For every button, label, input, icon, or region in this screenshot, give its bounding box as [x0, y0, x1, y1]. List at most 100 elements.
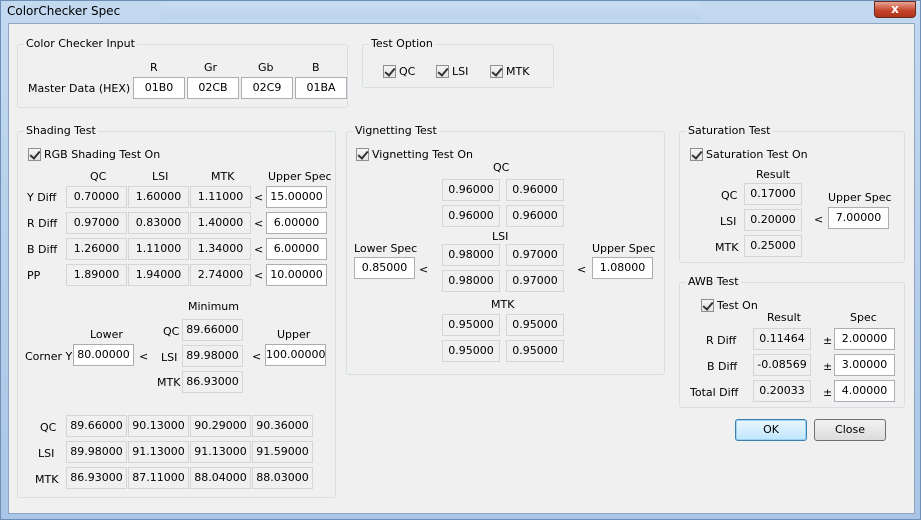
corner-mtk-1: 86.93000	[66, 467, 127, 489]
vignetting-lower-input[interactable]: 0.85000	[354, 257, 415, 279]
window-title: ColorChecker Spec	[7, 4, 121, 18]
awb-checkbox[interactable]	[701, 299, 714, 312]
vignetting-lower-label: Lower Spec	[354, 242, 418, 255]
corner-lsi-4: 91.59000	[252, 441, 313, 463]
qc-checkbox[interactable]	[383, 65, 396, 78]
b-diff-qc: 1.26000	[66, 238, 127, 260]
rgb-shading-label: RGB Shading Test On	[44, 148, 161, 161]
vignetting-lsi-label: LSI	[492, 230, 509, 243]
shading-header-qc: QC	[90, 170, 107, 183]
corner-mtk-label: MTK	[35, 473, 59, 486]
mtk-checkbox[interactable]	[490, 65, 503, 78]
pp-mtk: 2.74000	[190, 264, 251, 286]
colorchecker-spec-window: ColorChecker Spec x Color Checker Input …	[0, 0, 921, 520]
r-diff-label: R Diff	[27, 217, 58, 230]
b-diff-lsi: 1.11000	[128, 238, 189, 260]
pp-label: PP	[27, 269, 41, 282]
vignetting-mtk-1: 0.95000	[442, 314, 500, 336]
b-diff-less-than: <	[254, 243, 264, 256]
pp-upper-input[interactable]: 10.00000	[266, 264, 327, 286]
awb-total-diff-spec-input[interactable]: 4.00000	[834, 380, 895, 402]
master-gr-input[interactable]: 02CB	[187, 77, 239, 99]
r-diff-upper-input[interactable]: 6.00000	[266, 212, 327, 234]
vignetting-mtk-2: 0.95000	[506, 314, 564, 336]
header-gb: Gb	[258, 61, 274, 74]
title-bar[interactable]: ColorChecker Spec x	[1, 1, 921, 23]
vignetting-upper-input[interactable]: 1.08000	[592, 257, 653, 279]
vignetting-checkbox[interactable]	[356, 148, 369, 161]
r-diff-less-than: <	[254, 217, 264, 230]
master-r-input[interactable]: 01B0	[133, 77, 185, 99]
mtk-option-label: MTK	[506, 65, 530, 78]
saturation-test-title: Saturation Test	[686, 124, 773, 137]
color-checker-input-title: Color Checker Input	[24, 37, 137, 50]
corner-upper-label: Upper	[277, 328, 311, 341]
close-button[interactable]: Close	[814, 419, 886, 441]
vignetting-qc-4: 0.96000	[506, 205, 564, 227]
awb-test-title: AWB Test	[686, 275, 741, 288]
master-gb-input[interactable]: 02C9	[241, 77, 293, 99]
header-gr: Gr	[204, 61, 218, 74]
corner-mtk-4: 88.03000	[252, 467, 313, 489]
saturation-mtk-label: MTK	[715, 241, 739, 254]
rgb-shading-checkbox[interactable]	[28, 148, 41, 161]
corner-less-than-1: <	[139, 350, 149, 363]
corner-qc-4: 90.36000	[252, 415, 313, 437]
corner-lower-input[interactable]: 80.00000	[73, 344, 134, 366]
saturation-mtk-value: 0.25000	[744, 235, 802, 257]
corner-mtk-2: 87.11000	[128, 467, 189, 489]
awb-spec-label: Spec	[850, 311, 877, 324]
minimum-mtk-value: 86.93000	[182, 371, 243, 393]
awb-total-diff-plus-minus: ±	[823, 386, 833, 399]
b-diff-label: B Diff	[27, 243, 58, 256]
master-b-input[interactable]: 01BA	[295, 77, 347, 99]
awb-b-diff-plus-minus: ±	[823, 360, 833, 373]
vignetting-checkbox-label: Vignetting Test On	[372, 148, 473, 161]
window-close-button[interactable]: x	[874, 1, 916, 18]
corner-qc-2: 90.13000	[128, 415, 189, 437]
test-option-group: Test Option QC LSI MTK	[362, 37, 554, 88]
b-diff-upper-input[interactable]: 6.00000	[266, 238, 327, 260]
lsi-checkbox[interactable]	[436, 65, 449, 78]
saturation-lsi-label: LSI	[720, 215, 737, 228]
dialog-client-area: Color Checker Input R Gr Gb B Master Dat…	[8, 23, 915, 514]
awb-r-diff-plus-minus: ±	[823, 334, 833, 347]
awb-b-diff-spec-input[interactable]: 3.00000	[834, 354, 895, 376]
corner-qc-3: 90.29000	[190, 415, 251, 437]
vignetting-less-than-1: <	[419, 263, 429, 276]
saturation-upper-input[interactable]: 7.00000	[828, 207, 889, 229]
vignetting-test-title: Vignetting Test	[353, 124, 439, 137]
pp-less-than: <	[254, 269, 264, 282]
header-b: B	[312, 61, 320, 74]
vignetting-qc-label: QC	[493, 161, 510, 174]
awb-b-diff-result: -0.08569	[753, 354, 811, 376]
title-bar-background	[161, 3, 701, 19]
minimum-mtk-label: MTK	[157, 376, 181, 389]
ok-button[interactable]: OK	[735, 419, 807, 441]
corner-lsi-1: 89.98000	[66, 441, 127, 463]
awb-r-diff-spec-input[interactable]: 2.00000	[834, 328, 895, 350]
vignetting-lsi-2: 0.97000	[506, 244, 564, 266]
saturation-upper-label: Upper Spec	[828, 191, 892, 204]
qc-option-label: QC	[399, 65, 416, 78]
y-diff-upper-input[interactable]: 15.00000	[266, 186, 327, 208]
corner-lsi-3: 91.13000	[190, 441, 251, 463]
corner-upper-input[interactable]: 100.00000	[265, 344, 326, 366]
awb-result-label: Result	[767, 311, 801, 324]
awb-test-group: AWB Test Test On Result Spec R Diff 0.11…	[679, 275, 905, 408]
minimum-lsi-value: 89.98000	[182, 345, 243, 367]
saturation-qc-label: QC	[721, 189, 738, 202]
vignetting-upper-label: Upper Spec	[592, 242, 656, 255]
y-diff-less-than: <	[254, 191, 264, 204]
saturation-checkbox[interactable]	[690, 148, 703, 161]
b-diff-mtk: 1.34000	[190, 238, 251, 260]
awb-total-diff-label: Total Diff	[690, 386, 739, 399]
corner-qc-label: QC	[40, 421, 57, 434]
vignetting-lsi-3: 0.98000	[442, 270, 500, 292]
color-checker-input-group: Color Checker Input R Gr Gb B Master Dat…	[17, 37, 348, 108]
shading-header-upper-spec: Upper Spec	[268, 170, 332, 183]
minimum-lsi-label: LSI	[161, 351, 178, 364]
shading-header-mtk: MTK	[211, 170, 235, 183]
header-r: R	[150, 61, 158, 74]
vignetting-test-group: Vignetting Test Vignetting Test On QC 0.…	[346, 124, 665, 375]
